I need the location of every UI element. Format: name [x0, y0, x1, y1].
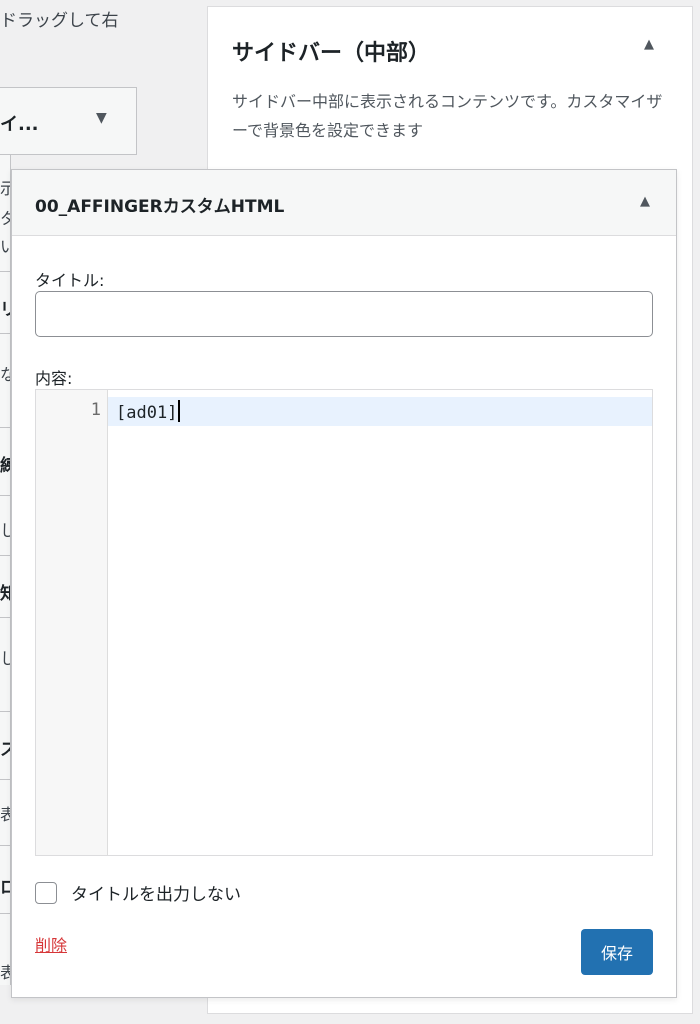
- background-fragment: し: [0, 645, 10, 669]
- background-fragment: 示: [0, 175, 10, 199]
- line-number-gutter: 1: [36, 390, 108, 855]
- background-fragment: し: [0, 517, 10, 541]
- triangle-up-icon[interactable]: ▲: [640, 194, 650, 209]
- line-number: 1: [90, 400, 101, 420]
- save-button[interactable]: 保存: [581, 929, 653, 975]
- active-line-highlight: [108, 397, 652, 426]
- background-widget-title: イ...: [0, 114, 39, 135]
- divider: [0, 333, 10, 334]
- divider: [0, 711, 10, 712]
- background-fragment: リ: [0, 295, 10, 320]
- title-label: タイトル:: [35, 271, 105, 290]
- code-line[interactable]: [ad01]: [116, 400, 181, 423]
- divider: [0, 617, 10, 618]
- triangle-down-icon[interactable]: ▼: [96, 110, 107, 126]
- divider: [0, 779, 10, 780]
- divider: [0, 555, 10, 556]
- hide-title-label[interactable]: タイトルを出力しない: [71, 880, 241, 905]
- background-widget-list: 示 タ い リ な 練 し 知 し ス 表 ロ 表: [0, 155, 11, 985]
- text-cursor: [178, 400, 181, 422]
- background-fragment: 表: [0, 959, 10, 983]
- background-fragment: 練: [0, 451, 10, 476]
- divider: [0, 913, 10, 914]
- title-input[interactable]: [35, 291, 653, 337]
- hide-title-checkbox[interactable]: [35, 881, 57, 904]
- sidebar-description: サイドバー中部に表示されるコンテンツです。カスタマイザーで背景色を設定できます: [232, 92, 663, 140]
- divider: [0, 271, 10, 272]
- custom-html-widget: 00_AFFINGERカスタムHTML ▲ タイトル: 内容: 1 [ad01]…: [11, 169, 677, 998]
- background-widget-header[interactable]: イ... ▼: [0, 87, 137, 155]
- help-text: ドラッグして右: [0, 11, 119, 31]
- background-fragment: ス: [0, 735, 10, 760]
- divider: [0, 427, 10, 428]
- hide-title-option[interactable]: タイトルを出力しない: [35, 880, 241, 905]
- background-fragment: タ: [0, 205, 10, 229]
- background-fragment: い: [0, 233, 10, 257]
- divider: [0, 845, 10, 846]
- widget-header[interactable]: 00_AFFINGERカスタムHTML ▲: [12, 170, 676, 236]
- background-fragment: 表: [0, 801, 10, 825]
- code-content: [ad01]: [116, 403, 178, 423]
- divider: [0, 495, 10, 496]
- code-editor[interactable]: 1 [ad01]: [35, 389, 653, 856]
- background-fragment: 知: [0, 579, 10, 604]
- background-fragment: ロ: [0, 873, 10, 898]
- widget-name: 00_AFFINGERカスタムHTML: [35, 197, 285, 217]
- triangle-up-icon[interactable]: ▲: [644, 37, 654, 52]
- background-fragment: な: [0, 361, 10, 385]
- content-label: 内容:: [35, 369, 73, 388]
- delete-link[interactable]: 削除: [35, 932, 67, 956]
- sidebar-title: サイドバー（中部）: [232, 41, 431, 66]
